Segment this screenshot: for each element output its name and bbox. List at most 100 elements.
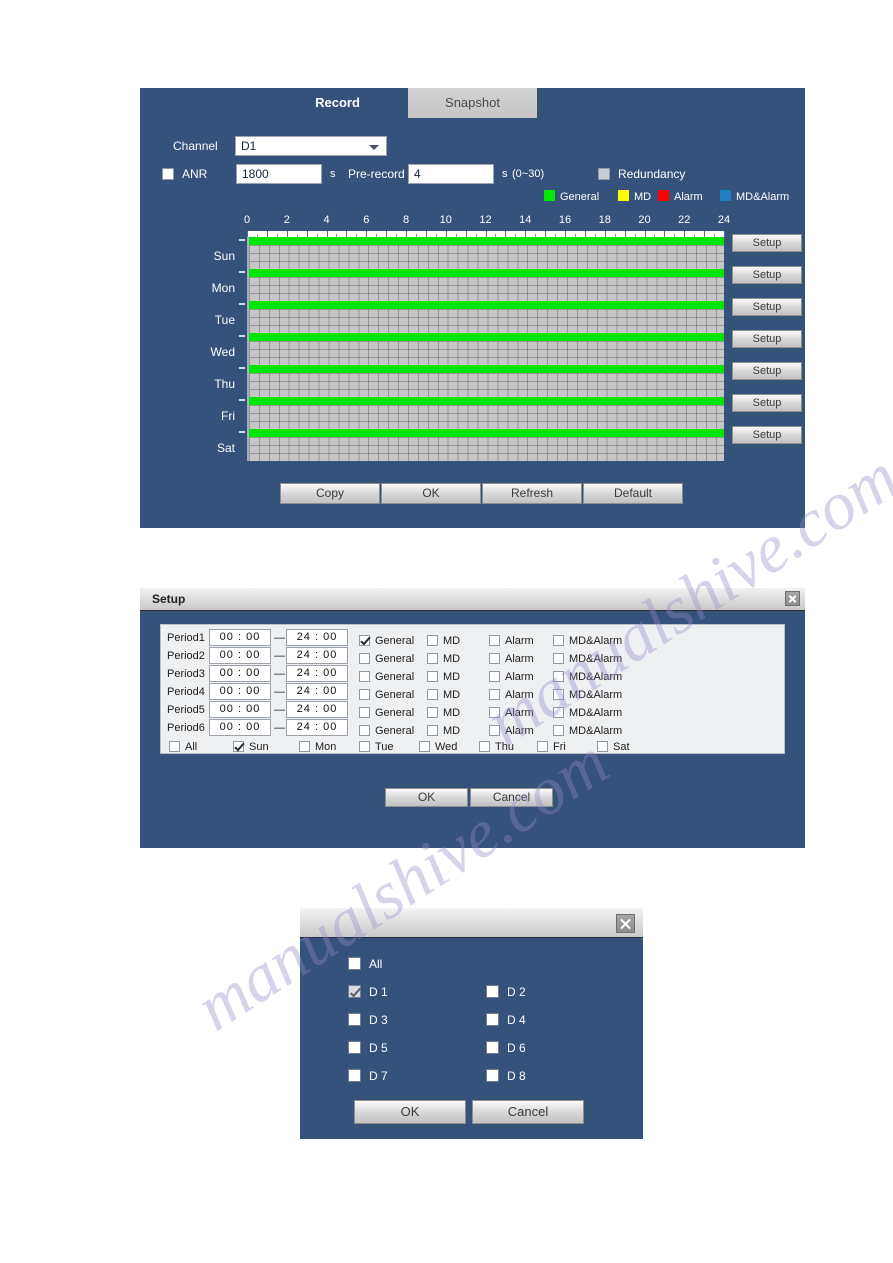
setup-cancel-button[interactable]: Cancel — [470, 788, 553, 807]
setup-day-mon-checkbox[interactable]: Mon — [299, 737, 336, 755]
schedule-cells[interactable] — [249, 373, 724, 397]
channel-d7-checkbox[interactable]: D 7 — [348, 1067, 388, 1085]
setup-day-sun-checkbox[interactable]: Sun — [233, 737, 269, 755]
schedule-day-row[interactable] — [249, 365, 724, 397]
schedule-general-bar[interactable] — [249, 397, 724, 405]
tab-record[interactable]: Record — [270, 88, 405, 118]
refresh-button[interactable]: Refresh — [482, 483, 582, 504]
setup-button-tue[interactable]: Setup — [732, 298, 802, 316]
schedule-general-bar[interactable] — [249, 365, 724, 373]
schedule-legend: General MD Alarm MD&Alarm — [140, 190, 805, 206]
checkbox-box — [489, 707, 500, 718]
period-end-time[interactable]: 24 : 00 — [286, 665, 348, 682]
period-end-time[interactable]: 24 : 00 — [286, 683, 348, 700]
redundancy-checkbox[interactable] — [598, 168, 610, 180]
period-start-time[interactable]: 00 : 00 — [209, 629, 271, 646]
checkbox-box — [489, 689, 500, 700]
channel-cancel-button[interactable]: Cancel — [472, 1100, 584, 1124]
ok-button[interactable]: OK — [381, 483, 481, 504]
channel-row: Channel D1 — [140, 136, 805, 158]
redundancy-label: Redundancy — [618, 167, 686, 181]
channel-select[interactable]: D1 — [235, 136, 387, 156]
schedule-cells[interactable] — [249, 277, 724, 301]
schedule-general-bar[interactable] — [249, 269, 724, 277]
close-icon[interactable] — [616, 914, 635, 933]
schedule-day-row[interactable] — [249, 301, 724, 333]
checkbox-box — [359, 653, 370, 664]
channel-d3-checkbox[interactable]: D 3 — [348, 1011, 388, 1029]
period-start-time[interactable]: 00 : 00 — [209, 719, 271, 736]
period-start-time[interactable]: 00 : 00 — [209, 647, 271, 664]
schedule-cells[interactable] — [249, 309, 724, 333]
checkbox-label: General — [375, 689, 415, 701]
setup-button-sat[interactable]: Setup — [732, 426, 802, 444]
schedule-cells[interactable] — [249, 245, 724, 269]
period-list: Period1 00 : 00—24 : 00 General MD Alarm MD&A… — [160, 624, 785, 754]
period-row: Period3 00 : 00—24 : 00 General MD Alarm MD&A… — [161, 665, 786, 683]
anr-input[interactable]: 1800 — [236, 164, 322, 184]
setup-day-tue-checkbox[interactable]: Tue — [359, 737, 394, 755]
channel-all-checkbox[interactable]: All — [348, 955, 382, 973]
legend-mdalarm: MD&Alarm — [720, 190, 789, 203]
period-end-time[interactable]: 24 : 00 — [286, 629, 348, 646]
schedule-day-row[interactable] — [249, 429, 724, 461]
period-end-time[interactable]: 24 : 00 — [286, 647, 348, 664]
anr-checkbox[interactable] — [162, 168, 174, 180]
setup-day-fri-checkbox[interactable]: Fri — [537, 737, 566, 755]
checkbox-label: Alarm — [505, 671, 534, 683]
channel-d6-checkbox[interactable]: D 6 — [486, 1039, 526, 1057]
setup-day-sat-checkbox[interactable]: Sat — [597, 737, 630, 755]
period-start-time[interactable]: 00 : 00 — [209, 665, 271, 682]
checkbox-label: D 7 — [369, 1069, 388, 1083]
schedule-cells[interactable] — [249, 341, 724, 365]
time-range-dash: — — [274, 722, 285, 734]
channel-d1-checkbox[interactable]: D 1 — [348, 983, 388, 1001]
setup-button-thu[interactable]: Setup — [732, 362, 802, 380]
setup-button-fri[interactable]: Setup — [732, 394, 802, 412]
channel-d4-checkbox[interactable]: D 4 — [486, 1011, 526, 1029]
tab-snapshot[interactable]: Snapshot — [408, 88, 537, 118]
schedule-general-bar[interactable] — [249, 301, 724, 309]
period-row: Period4 00 : 00—24 : 00 General MD Alarm MD&A… — [161, 683, 786, 701]
setup-button-sun[interactable]: Setup — [732, 234, 802, 252]
anr-row: ANR 1800 s Pre-record 4 s (0~30) Redunda… — [140, 164, 805, 186]
channel-d8-checkbox[interactable]: D 8 — [486, 1067, 526, 1085]
legend-alarm: Alarm — [658, 190, 703, 203]
setup-day-wed-checkbox[interactable]: Wed — [419, 737, 457, 755]
checkbox-label: Thu — [495, 741, 514, 753]
period-start-time[interactable]: 00 : 00 — [209, 701, 271, 718]
schedule-day-row[interactable] — [249, 237, 724, 269]
setup-ok-button[interactable]: OK — [385, 788, 468, 807]
axis-tick: 18 — [598, 214, 611, 226]
prerecord-input[interactable]: 4 — [408, 164, 494, 184]
default-button[interactable]: Default — [583, 483, 683, 504]
setup-button-mon[interactable]: Setup — [732, 266, 802, 284]
channel-d5-checkbox[interactable]: D 5 — [348, 1039, 388, 1057]
day-tick-mark — [239, 399, 245, 401]
schedule-general-bar[interactable] — [249, 429, 724, 437]
schedule-general-bar[interactable] — [249, 333, 724, 341]
setup-day-thu-checkbox[interactable]: Thu — [479, 737, 514, 755]
period-label: Period6 — [167, 722, 205, 734]
period-end-time[interactable]: 24 : 00 — [286, 719, 348, 736]
day-tick-mark — [239, 335, 245, 337]
channel-ok-button[interactable]: OK — [354, 1100, 466, 1124]
schedule-day-row[interactable] — [249, 333, 724, 365]
schedule-cells[interactable] — [249, 405, 724, 429]
checkbox-box — [359, 741, 370, 752]
setup-button-wed[interactable]: Setup — [732, 330, 802, 348]
close-icon[interactable] — [785, 591, 800, 606]
schedule-rows[interactable] — [247, 237, 724, 461]
checkbox-label: General — [375, 635, 415, 647]
checkbox-label: Fri — [553, 741, 566, 753]
schedule-day-row[interactable] — [249, 269, 724, 301]
checkbox-box — [359, 689, 370, 700]
setup-day-all-checkbox[interactable]: All — [169, 737, 197, 755]
copy-button[interactable]: Copy — [280, 483, 380, 504]
period-end-time[interactable]: 24 : 00 — [286, 701, 348, 718]
period-start-time[interactable]: 00 : 00 — [209, 683, 271, 700]
schedule-day-row[interactable] — [249, 397, 724, 429]
channel-d2-checkbox[interactable]: D 2 — [486, 983, 526, 1001]
schedule-cells[interactable] — [249, 437, 724, 461]
schedule-general-bar[interactable] — [249, 237, 724, 245]
